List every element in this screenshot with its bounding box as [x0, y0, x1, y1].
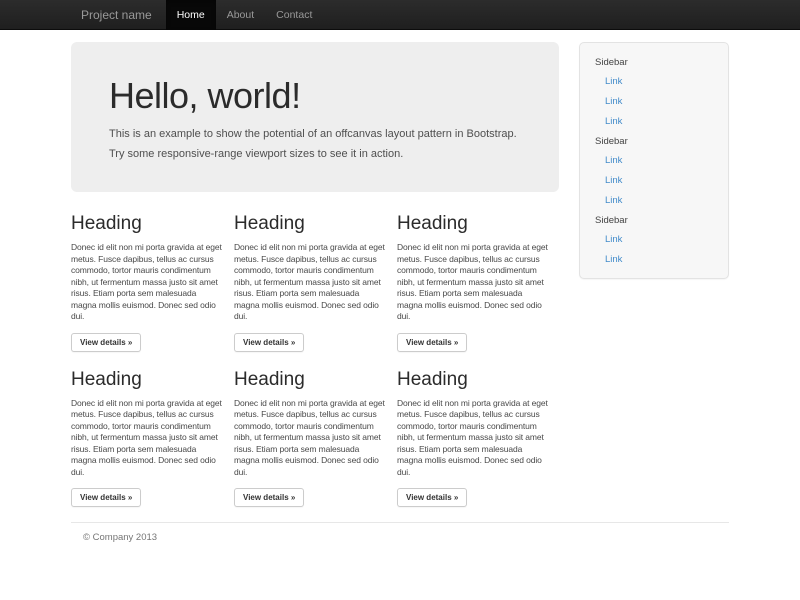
cards-row-1: Heading Donec id elit non mi porta gravid…: [71, 213, 559, 352]
card-body-text: Donec id elit non mi porta gravida at eg…: [234, 242, 387, 323]
page-title: Hello, world!: [109, 76, 521, 116]
card-body-text: Donec id elit non mi porta gravida at eg…: [71, 242, 224, 323]
view-details-button[interactable]: View details »: [234, 488, 304, 507]
sidebar-group-header: Sidebar: [580, 210, 728, 229]
main-column: Hello, world! This is an example to show…: [71, 42, 559, 507]
card: Heading Donec id elit non mi porta gravid…: [397, 369, 560, 508]
nav-item-home[interactable]: Home: [166, 0, 216, 30]
view-details-button[interactable]: View details »: [71, 488, 141, 507]
navbar-menu: HomeAboutContact: [166, 0, 324, 30]
card-body-text: Donec id elit non mi porta gravida at eg…: [234, 398, 387, 479]
card-heading: Heading: [71, 213, 224, 235]
sidebar-link[interactable]: Link: [580, 150, 728, 170]
card: Heading Donec id elit non mi porta gravid…: [71, 213, 234, 352]
card-body-text: Donec id elit non mi porta gravida at eg…: [71, 398, 224, 479]
view-details-button[interactable]: View details »: [397, 488, 467, 507]
copyright-text: © Company 2013: [83, 532, 729, 543]
jumbotron: Hello, world! This is an example to show…: [71, 42, 559, 192]
view-details-button[interactable]: View details »: [234, 333, 304, 352]
card-heading: Heading: [397, 213, 550, 235]
card-heading: Heading: [234, 213, 387, 235]
sidebar-link[interactable]: Link: [580, 190, 728, 210]
sidebar: SidebarLinkLinkLinkSidebarLinkLinkLinkSi…: [579, 42, 729, 507]
sidebar-link[interactable]: Link: [580, 170, 728, 190]
sidebar-link[interactable]: Link: [580, 249, 728, 269]
sidebar-group-header: Sidebar: [580, 131, 728, 150]
card-body-text: Donec id elit non mi porta gravida at eg…: [397, 242, 550, 323]
nav-item-contact[interactable]: Contact: [265, 0, 323, 30]
view-details-button[interactable]: View details »: [397, 333, 467, 352]
card-heading: Heading: [71, 369, 224, 391]
card: Heading Donec id elit non mi porta gravid…: [234, 369, 397, 508]
card: Heading Donec id elit non mi porta gravid…: [71, 369, 234, 508]
card-body-text: Donec id elit non mi porta gravida at eg…: [397, 398, 550, 479]
card-heading: Heading: [234, 369, 387, 391]
sidebar-link[interactable]: Link: [580, 71, 728, 91]
card: Heading Donec id elit non mi porta gravid…: [397, 213, 560, 352]
brand-link[interactable]: Project name: [71, 0, 162, 30]
nav-item-about[interactable]: About: [216, 0, 265, 30]
footer: © Company 2013: [71, 522, 729, 573]
card: Heading Donec id elit non mi porta gravid…: [234, 213, 397, 352]
sidebar-link[interactable]: Link: [580, 229, 728, 249]
sidebar-group-header: Sidebar: [580, 52, 728, 71]
card-heading: Heading: [397, 369, 550, 391]
sidebar-box: SidebarLinkLinkLinkSidebarLinkLinkLinkSi…: [579, 42, 729, 279]
sidebar-link[interactable]: Link: [580, 111, 728, 131]
cards-row-2: Heading Donec id elit non mi porta gravid…: [71, 369, 559, 508]
sidebar-link[interactable]: Link: [580, 91, 728, 111]
top-navbar: Project name HomeAboutContact: [0, 0, 800, 30]
jumbotron-text: This is an example to show the potential…: [109, 124, 521, 164]
view-details-button[interactable]: View details »: [71, 333, 141, 352]
